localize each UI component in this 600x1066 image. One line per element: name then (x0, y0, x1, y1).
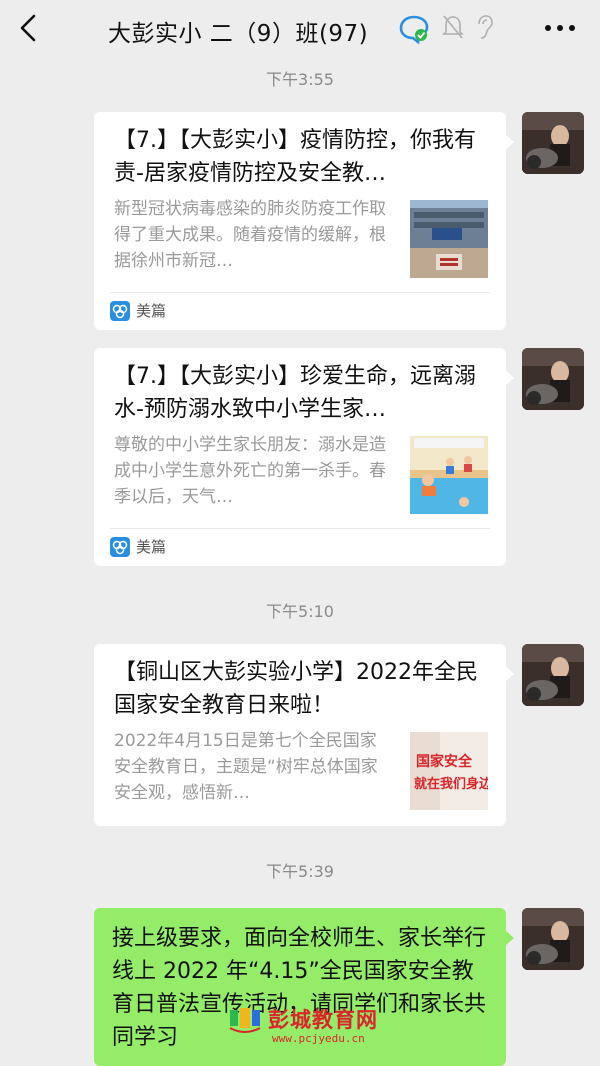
article-thumbnail (410, 200, 488, 278)
article-source: 美篇 (110, 536, 166, 557)
mute-bell-icon (442, 15, 464, 39)
avatar[interactable] (522, 644, 584, 706)
article-description: 2022年4月15日是第七个全民国家安全教育日，主题是“树牢总体国家安全观，感悟… (114, 731, 378, 803)
article-thumbnail (410, 436, 488, 514)
avatar[interactable] (522, 112, 584, 174)
timestamp: 下午5:39 (266, 862, 334, 881)
timestamp: 下午3:55 (266, 70, 334, 89)
watermark-logo-icon (229, 1008, 261, 1033)
article-title: 【铜山区大彭实验小学】2022年全民国家安全教育日来啦！ (114, 660, 478, 718)
group-verified-icon (399, 15, 429, 44)
article-title: 【7.】【大彭实小】珍爱生命，远离溺水-预防溺水致中小学生家… (114, 364, 476, 422)
chat-header: 大彭实小 二（9）班(97) (0, 0, 600, 58)
chat-title: 大彭实小 二（9）班(97) (108, 21, 369, 47)
avatar[interactable] (522, 348, 584, 410)
watermark: 彭城教育网 www.pcjyedu.cn (228, 1004, 378, 1045)
back-chevron-icon[interactable] (14, 12, 46, 44)
article-source: 美篇 (110, 300, 166, 321)
article-description: 新型冠状病毒感染的肺炎防疫工作取得了重大成果。随着疫情的缓解，根据徐州市新冠… (114, 199, 386, 271)
meipian-logo-icon (110, 536, 130, 557)
thumb-text: 国家安全 (416, 753, 473, 770)
article-card[interactable]: 【7.】【大彭实小】珍爱生命，远离溺水-预防溺水致中小学生家… 尊敬的中小学生家… (94, 348, 514, 566)
watermark-text: 彭城教育网 (268, 1008, 378, 1032)
ear-icon (478, 15, 493, 39)
article-thumbnail: 国家安全 就在我们身边 (410, 732, 488, 810)
article-card[interactable]: 【铜山区大彭实验小学】2022年全民国家安全教育日来啦！ 2022年4月15日是… (94, 644, 514, 826)
avatar[interactable] (522, 908, 584, 970)
meipian-logo-icon (110, 300, 130, 321)
article-card[interactable]: 【7.】【大彭实小】疫情防控，你我有责-居家疫情防控及安全教… 新型冠状病毒感染… (94, 112, 514, 330)
more-icon[interactable] (542, 14, 578, 42)
thumb-text: 就在我们身边 (414, 776, 488, 792)
article-title: 【7.】【大彭实小】疫情防控，你我有责-居家疫情防控及安全教… (114, 128, 476, 186)
article-description: 尊敬的中小学生家长朋友：溺水是造成中小学生意外死亡的第一杀手。春季以后，天气… (114, 435, 386, 507)
watermark-url: www.pcjyedu.cn (272, 1032, 365, 1045)
timestamp: 下午5:10 (266, 602, 334, 621)
